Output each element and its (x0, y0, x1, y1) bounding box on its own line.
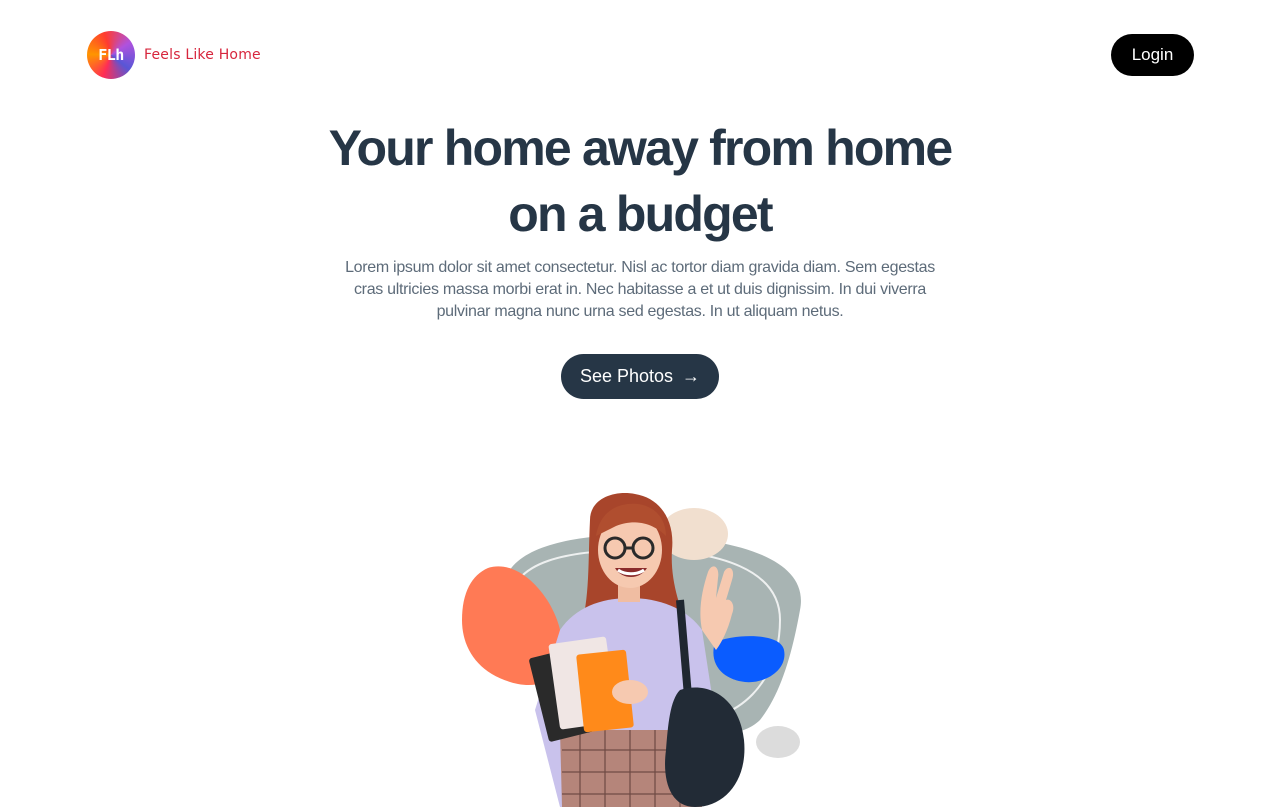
see-photos-button[interactable]: See Photos → (561, 354, 719, 399)
hero-description: Lorem ipsum dolor sit amet consectetur. … (345, 259, 935, 320)
arrow-right-icon: → (682, 366, 701, 386)
hero-illustration (462, 493, 801, 807)
landing-page: FLh Feels Like Home Login Your home away… (0, 0, 1280, 807)
hero-title-line-1: Your home away from home (328, 120, 953, 176)
hero-title-line-2: on a budget (508, 186, 773, 242)
flh-logo-icon: FLh (87, 31, 135, 79)
hero-title: Your home away from home on a budget (290, 115, 990, 247)
brand-logo-link[interactable]: FLh Feels Like Home (87, 31, 261, 79)
see-photos-label: See Photos (579, 366, 674, 386)
login-button[interactable]: Login (1111, 34, 1194, 76)
brand-name: Feels Like Home (144, 47, 261, 63)
gray-blob (756, 726, 800, 758)
